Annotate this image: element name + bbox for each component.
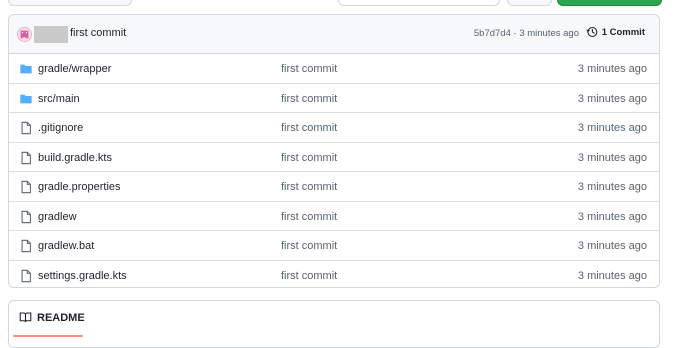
file-icon (19, 180, 33, 194)
file-row[interactable]: settings.gradle.kts first commit 3 minutes… (9, 261, 659, 288)
go-to-file-input[interactable] (338, 0, 500, 6)
file-list: first commit 5b7d7d4 · 3 minutes ago 1 C… (8, 14, 660, 288)
file-row[interactable]: build.gradle.kts first commit 3 minutes ag… (9, 143, 659, 172)
file-commit-message-link[interactable]: first commit (281, 270, 337, 282)
file-commit-message-link[interactable]: first commit (281, 152, 337, 164)
file-name-link[interactable]: .gitignore (38, 122, 83, 134)
file-name-link[interactable]: settings.gradle.kts (38, 270, 127, 282)
file-row[interactable]: gradlew.bat first commit 3 minutes ago (9, 231, 659, 261)
file-commit-message-link[interactable]: first commit (281, 211, 337, 223)
file-icon (19, 239, 33, 253)
file-commit-message-link[interactable]: first commit (281, 93, 337, 105)
file-icon (19, 121, 33, 135)
code-button[interactable] (557, 0, 662, 6)
file-commit-age: 3 minutes ago (577, 92, 647, 105)
commits-link[interactable]: 1 Commit (586, 26, 645, 38)
file-commit-age: 3 minutes ago (577, 181, 647, 193)
file-name-link[interactable]: gradlew (38, 211, 77, 223)
branch-select-button[interactable] (8, 0, 132, 6)
file-commit-age: 3 minutes ago (577, 240, 647, 252)
file-icon (19, 269, 33, 283)
file-name-link[interactable]: build.gradle.kts (38, 152, 112, 164)
redacted-username (34, 26, 68, 43)
file-name-link[interactable]: gradlew.bat (38, 240, 94, 252)
latest-commit-bar: first commit 5b7d7d4 · 3 minutes ago 1 C… (9, 15, 659, 54)
file-commit-age: 3 minutes ago (577, 151, 647, 164)
file-commit-age: 3 minutes ago (577, 210, 647, 223)
folder-icon (19, 92, 33, 106)
avatar[interactable] (17, 27, 32, 42)
file-name-link[interactable]: gradle.properties (38, 181, 121, 193)
file-commit-age: 3 minutes ago (577, 122, 647, 134)
folder-icon (19, 62, 33, 76)
latest-commit-message[interactable]: first commit (70, 27, 126, 39)
file-row[interactable]: gradlew first commit 3 minutes ago (9, 202, 659, 231)
commit-count-label: 1 Commit (601, 26, 645, 38)
file-row[interactable]: src/main first commit 3 minutes ago (9, 84, 659, 113)
file-name-link[interactable]: src/main (38, 93, 80, 105)
active-tab-underline (13, 335, 83, 337)
file-commit-message-link[interactable]: first commit (281, 63, 337, 75)
file-name-link[interactable]: gradle/wrapper (38, 63, 111, 75)
file-commit-message-link[interactable]: first commit (281, 122, 337, 134)
history-icon (586, 26, 598, 38)
file-row[interactable]: gradle/wrapper first commit 3 minutes ago (9, 54, 659, 84)
readme-tab-label: README (37, 311, 85, 324)
file-row[interactable]: gradle.properties first commit 3 minutes a… (9, 172, 659, 202)
file-row[interactable]: .gitignore first commit 3 minutes ago (9, 113, 659, 143)
latest-commit-meta[interactable]: 5b7d7d4 · 3 minutes ago (474, 28, 579, 39)
file-commit-message-link[interactable]: first commit (281, 181, 337, 193)
file-commit-age: 3 minutes ago (577, 63, 647, 75)
file-commit-message-link[interactable]: first commit (281, 240, 337, 252)
file-icon (19, 210, 33, 224)
file-icon (19, 151, 33, 165)
book-icon (19, 312, 32, 323)
add-file-button[interactable] (507, 0, 552, 6)
tab-readme[interactable]: README (19, 311, 85, 324)
file-commit-age: 3 minutes ago (577, 269, 647, 282)
